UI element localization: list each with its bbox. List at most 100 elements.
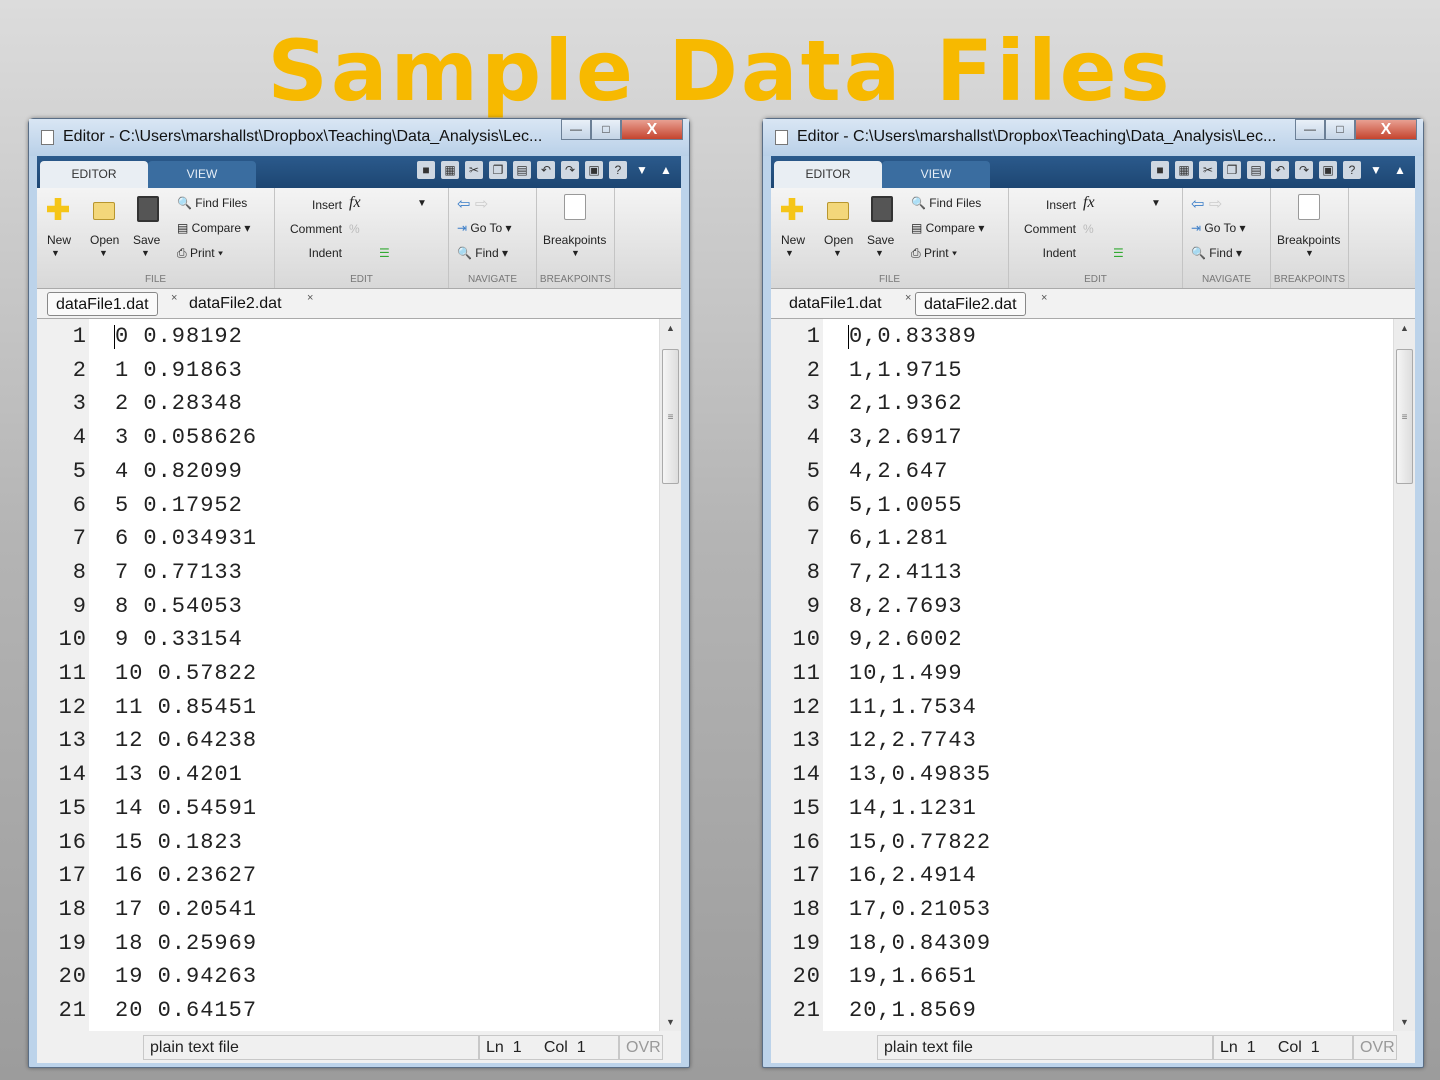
insert-dropdown-icon[interactable]: ▼ bbox=[1151, 198, 1161, 209]
help-icon[interactable]: ? bbox=[1343, 161, 1361, 179]
line-text[interactable]: 18,0.84309 bbox=[849, 927, 991, 961]
new-button[interactable]: New bbox=[781, 233, 805, 247]
text-editor[interactable]: 1 0 0.98192 2 1 0.91863 3 2 0.28348 4 3 0.05862… bbox=[37, 319, 681, 1031]
line-text[interactable]: 20,1.8569 bbox=[849, 994, 977, 1028]
find-files-button[interactable]: 🔍 Find Files bbox=[911, 196, 981, 210]
line-text[interactable]: 7 0.77133 bbox=[115, 556, 243, 590]
save-icon[interactable]: ▦ bbox=[441, 161, 459, 179]
line-text[interactable]: 9 0.33154 bbox=[115, 623, 243, 657]
line-text[interactable]: 8,2.7693 bbox=[849, 590, 963, 624]
print-button[interactable]: ⎙ Print ▾ bbox=[177, 246, 223, 261]
redo-icon[interactable]: ↷ bbox=[1295, 161, 1313, 179]
save-dropdown-icon[interactable]: ▼ bbox=[875, 248, 884, 258]
title-bar[interactable]: Editor - C:\Users\marshallst\Dropbox\Tea… bbox=[29, 119, 689, 156]
close-button[interactable]: X bbox=[621, 119, 683, 140]
document-tab[interactable]: dataFile2.dat bbox=[915, 292, 1026, 316]
line-text[interactable]: 0 0.98192 bbox=[115, 320, 243, 354]
comment-icon[interactable]: % bbox=[349, 222, 360, 236]
line-text[interactable]: 3 0.058626 bbox=[115, 421, 257, 455]
copy-icon[interactable]: ❐ bbox=[1223, 161, 1241, 179]
open-dropdown-icon[interactable]: ▼ bbox=[833, 248, 842, 258]
line-text[interactable]: 11,1.7534 bbox=[849, 691, 977, 725]
new-icon[interactable] bbox=[47, 198, 69, 220]
vertical-scrollbar[interactable]: ▲ ≡ ▼ bbox=[659, 319, 681, 1031]
insert-button[interactable]: Insert bbox=[1046, 198, 1076, 212]
cut-icon[interactable]: ✂ bbox=[1199, 161, 1217, 179]
breakpoints-button[interactable]: Breakpoints bbox=[1277, 233, 1340, 247]
title-bar[interactable]: Editor - C:\Users\marshallst\Dropbox\Tea… bbox=[763, 119, 1423, 156]
comment-button[interactable]: Comment bbox=[290, 222, 342, 236]
tab-view[interactable]: VIEW bbox=[148, 161, 256, 188]
line-text[interactable]: 3,2.6917 bbox=[849, 421, 963, 455]
new-file-icon[interactable]: ■ bbox=[1151, 161, 1169, 179]
indent-button[interactable]: Indent bbox=[1043, 246, 1076, 260]
line-text[interactable]: 14 0.54591 bbox=[115, 792, 257, 826]
redo-icon[interactable]: ↷ bbox=[561, 161, 579, 179]
open-folder-icon[interactable] bbox=[93, 202, 115, 220]
insert-button[interactable]: Insert bbox=[312, 198, 342, 212]
save-dropdown-icon[interactable]: ▼ bbox=[141, 248, 150, 258]
line-text[interactable]: 20 0.64157 bbox=[115, 994, 257, 1028]
save-disk-icon[interactable] bbox=[137, 196, 159, 222]
undo-icon[interactable]: ↶ bbox=[537, 161, 555, 179]
vertical-scrollbar[interactable]: ▲ ≡ ▼ bbox=[1393, 319, 1415, 1031]
window-layout-icon[interactable]: ▣ bbox=[585, 161, 603, 179]
minimize-button[interactable]: — bbox=[561, 119, 591, 140]
close-button[interactable]: X bbox=[1355, 119, 1417, 140]
find-button[interactable]: 🔍 Find ▾ bbox=[457, 246, 508, 260]
line-text[interactable]: 19 0.94263 bbox=[115, 960, 257, 994]
line-text[interactable]: 17,0.21053 bbox=[849, 893, 991, 927]
paste-icon[interactable]: ▤ bbox=[513, 161, 531, 179]
collapse-ribbon-icon[interactable]: ▲ bbox=[1391, 161, 1409, 179]
paste-icon[interactable]: ▤ bbox=[1247, 161, 1265, 179]
breakpoints-button[interactable]: Breakpoints bbox=[543, 233, 606, 247]
collapse-ribbon-icon[interactable]: ▲ bbox=[657, 161, 675, 179]
line-text[interactable]: 2 0.28348 bbox=[115, 387, 243, 421]
save-button[interactable]: Save bbox=[867, 233, 894, 247]
tab-editor[interactable]: EDITOR bbox=[774, 161, 882, 188]
document-tab[interactable]: dataFile1.dat bbox=[781, 292, 890, 316]
find-button[interactable]: 🔍 Find ▾ bbox=[1191, 246, 1242, 260]
line-text[interactable]: 17 0.20541 bbox=[115, 893, 257, 927]
copy-icon[interactable]: ❐ bbox=[489, 161, 507, 179]
tab-editor[interactable]: EDITOR bbox=[40, 161, 148, 188]
save-button[interactable]: Save bbox=[133, 233, 160, 247]
line-text[interactable]: 5 0.17952 bbox=[115, 489, 243, 523]
save-disk-icon[interactable] bbox=[871, 196, 893, 222]
line-text[interactable]: 6,1.281 bbox=[849, 522, 948, 556]
document-tab[interactable]: dataFile1.dat bbox=[47, 292, 158, 316]
scroll-thumb[interactable]: ≡ bbox=[662, 349, 679, 484]
scroll-up-icon[interactable]: ▲ bbox=[660, 323, 681, 333]
scroll-up-icon[interactable]: ▲ bbox=[1394, 323, 1415, 333]
indent-button[interactable]: Indent bbox=[309, 246, 342, 260]
indent-icon[interactable]: ☰ bbox=[379, 246, 390, 260]
close-tab-icon[interactable]: × bbox=[1041, 292, 1047, 304]
open-button[interactable]: Open bbox=[824, 233, 853, 247]
line-text[interactable]: 1 0.91863 bbox=[115, 354, 243, 388]
cut-icon[interactable]: ✂ bbox=[465, 161, 483, 179]
go-to-button[interactable]: ⇥ Go To ▾ bbox=[457, 221, 512, 235]
line-text[interactable]: 7,2.4113 bbox=[849, 556, 963, 590]
open-folder-icon[interactable] bbox=[827, 202, 849, 220]
new-dropdown-icon[interactable]: ▼ bbox=[51, 248, 60, 258]
line-text[interactable]: 1,1.9715 bbox=[849, 354, 963, 388]
breakpoints-dropdown-icon[interactable]: ▼ bbox=[571, 248, 580, 258]
line-text[interactable]: 16 0.23627 bbox=[115, 859, 257, 893]
line-text[interactable]: 10,1.499 bbox=[849, 657, 963, 691]
line-text[interactable]: 4,2.647 bbox=[849, 455, 948, 489]
line-text[interactable]: 4 0.82099 bbox=[115, 455, 243, 489]
line-text[interactable]: 9,2.6002 bbox=[849, 623, 963, 657]
document-tab[interactable]: dataFile2.dat bbox=[181, 292, 290, 316]
maximize-button[interactable]: □ bbox=[1325, 119, 1355, 140]
line-text[interactable]: 13 0.4201 bbox=[115, 758, 243, 792]
maximize-button[interactable]: □ bbox=[591, 119, 621, 140]
comment-icon[interactable]: % bbox=[1083, 222, 1094, 236]
close-tab-icon[interactable]: × bbox=[171, 292, 177, 304]
new-file-icon[interactable]: ■ bbox=[417, 161, 435, 179]
back-arrow-icon[interactable]: ⇦ ⇨ bbox=[1191, 194, 1222, 214]
scroll-thumb[interactable]: ≡ bbox=[1396, 349, 1413, 484]
line-text[interactable]: 19,1.6651 bbox=[849, 960, 977, 994]
line-text[interactable]: 12 0.64238 bbox=[115, 724, 257, 758]
line-text[interactable]: 12,2.7743 bbox=[849, 724, 977, 758]
breakpoints-icon[interactable] bbox=[564, 194, 586, 220]
